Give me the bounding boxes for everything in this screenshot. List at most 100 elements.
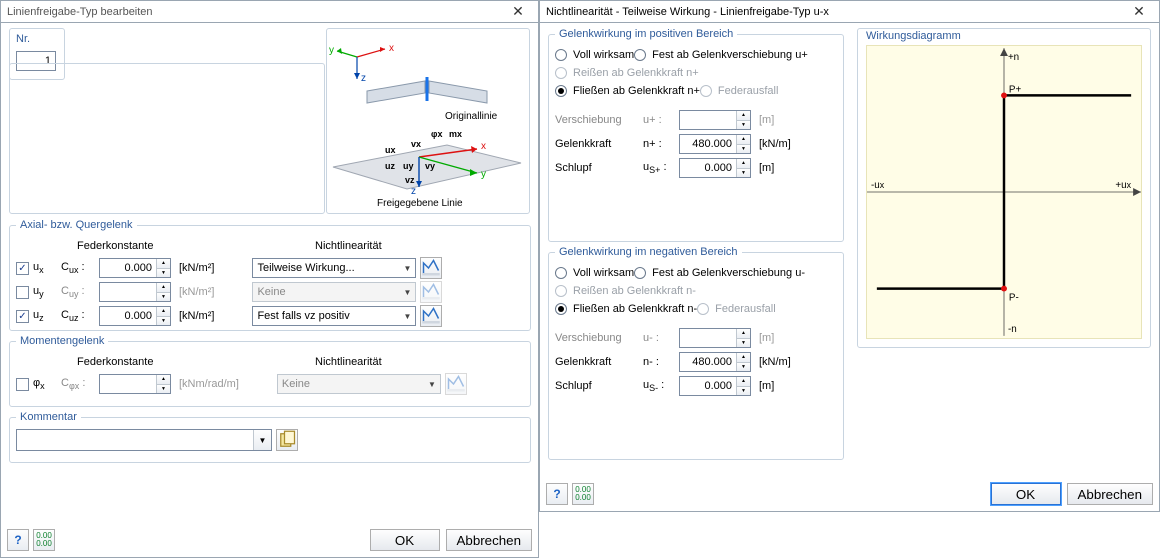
spinner-down: ▼	[156, 385, 170, 394]
radio-dot-icon	[555, 285, 567, 297]
spring-symbol: Cuy :	[61, 285, 95, 299]
ok-button-left[interactable]: OK	[370, 529, 440, 551]
col-nl: Nichtlinearität	[314, 239, 522, 254]
help-button[interactable]: ?	[7, 529, 29, 551]
dof-label: φx	[33, 377, 57, 391]
spinner-input[interactable]	[680, 159, 736, 177]
nonlinearity-value: Keine	[257, 286, 285, 298]
comment-input[interactable]	[17, 430, 253, 450]
spinner-down[interactable]: ▼	[736, 363, 750, 372]
radio-dot-icon	[555, 85, 567, 97]
comment-combo[interactable]: ▼	[16, 429, 272, 451]
checkbox[interactable]: ✓	[16, 262, 29, 275]
radio-option[interactable]: Fließen ab Gelenkkraft n-	[555, 300, 697, 318]
spinner-up[interactable]: ▲	[736, 353, 750, 363]
spinner[interactable]: ▲▼	[679, 376, 751, 396]
checkbox[interactable]	[16, 286, 29, 299]
spinner-down[interactable]: ▼	[156, 317, 170, 326]
positive-fieldset: Gelenkwirkung im positiven Bereich Voll …	[548, 28, 844, 242]
comment-fieldset: Kommentar ▼	[9, 411, 531, 463]
svg-text:y: y	[329, 45, 334, 56]
window-edit-line-release-type: Linienfreigabe-Typ bearbeiten ✕ Nr.	[0, 0, 539, 558]
spinner-input[interactable]	[680, 135, 736, 153]
spinner-down[interactable]: ▼	[736, 169, 750, 178]
param-unit: [m]	[759, 380, 774, 392]
window-nonlinearity: Nichtlinearität - Teilweise Wirkung - Li…	[539, 0, 1160, 512]
nonlinearity-select: Keine ▼	[252, 282, 416, 302]
spinner-down[interactable]: ▼	[736, 387, 750, 396]
close-button-left[interactable]: ✕	[500, 2, 536, 22]
spinner-up[interactable]: ▲	[156, 307, 170, 317]
cancel-button-right[interactable]: Abbrechen	[1067, 483, 1153, 505]
spinner-down[interactable]: ▼	[736, 145, 750, 154]
spinner-up[interactable]: ▲	[156, 259, 170, 269]
checkbox[interactable]	[16, 378, 29, 391]
radio-option[interactable]: Fest ab Gelenkverschiebung u+	[634, 46, 808, 64]
nonlinearity-value: Keine	[282, 378, 310, 390]
param-symbol: u- :	[643, 332, 675, 344]
spinner-down: ▼	[156, 293, 170, 302]
checkbox[interactable]: ✓	[16, 310, 29, 323]
param-unit: [kN/m]	[759, 138, 791, 150]
spinner-input	[100, 375, 156, 393]
units-button-right[interactable]: 0.000.00	[572, 483, 594, 505]
edit-nonlinearity-button	[445, 373, 467, 395]
svg-text:y: y	[481, 169, 486, 180]
spinner-input[interactable]	[680, 377, 736, 395]
param-row: Verschiebung u+ : ▲▼ [m]	[555, 108, 837, 132]
radio-option[interactable]: Fest ab Gelenkverschiebung u-	[634, 264, 805, 282]
cancel-button-left[interactable]: Abbrechen	[446, 529, 532, 551]
units-button[interactable]: 0.000.00	[33, 529, 55, 551]
spinner-up[interactable]: ▲	[736, 377, 750, 387]
radio-option[interactable]: Voll wirksam	[555, 46, 634, 64]
title-right: Nichtlinearität - Teilweise Wirkung - Li…	[546, 6, 1153, 18]
radio-option[interactable]: Voll wirksam	[555, 264, 634, 282]
svg-text:vy: vy	[425, 161, 435, 171]
chevron-down-icon: ▼	[404, 288, 412, 297]
spinner[interactable]: ▲▼	[679, 158, 751, 178]
spinner-input[interactable]	[100, 307, 156, 325]
edit-nonlinearity-button[interactable]	[420, 305, 442, 327]
radio-label: Federausfall	[718, 85, 779, 97]
comment-paste-button[interactable]	[276, 429, 298, 451]
spring-symbol: Cux :	[61, 261, 95, 275]
parameter-row: φx Cφx : ▲▼ [kNm/rad/m] Keine▼	[16, 372, 524, 396]
close-button-right[interactable]: ✕	[1121, 2, 1157, 22]
radio-dot-icon	[555, 303, 567, 315]
radio-label: Fest ab Gelenkverschiebung u+	[652, 49, 808, 61]
effect-diagram: Wirkungsdiagramm +n -	[857, 28, 1151, 348]
unit-label: [kN/m²]	[179, 262, 214, 274]
spinner-down[interactable]: ▼	[156, 269, 170, 278]
radio-option: Federausfall	[697, 300, 776, 318]
svg-text:Originallinie: Originallinie	[445, 111, 498, 122]
radio-option[interactable]: Fließen ab Gelenkkraft n+	[555, 82, 700, 100]
spinner-input[interactable]	[100, 259, 156, 277]
diag-legend: Wirkungsdiagramm	[866, 30, 961, 42]
spinner-input[interactable]	[680, 353, 736, 371]
edit-nonlinearity-button	[420, 281, 442, 303]
help-button-right[interactable]: ?	[546, 483, 568, 505]
svg-text:x: x	[481, 141, 486, 152]
nonlinearity-select[interactable]: Fest falls vz positiv▼	[252, 306, 416, 326]
svg-text:-n: -n	[1008, 324, 1017, 335]
param-name: Verschiebung	[555, 332, 639, 344]
svg-text:-ux: -ux	[871, 180, 885, 191]
axial-legend: Axial- bzw. Quergelenk	[16, 219, 137, 231]
spinner[interactable]: ▲▼	[679, 352, 751, 372]
titlebar-right: Nichtlinearität - Teilweise Wirkung - Li…	[540, 1, 1159, 23]
edit-nonlinearity-button[interactable]	[420, 257, 442, 279]
chevron-down-icon[interactable]: ▼	[253, 430, 271, 450]
ok-button-right[interactable]: OK	[991, 483, 1061, 505]
diagram-plot: +n -n -ux +ux P+ P-	[866, 45, 1142, 339]
param-symbol: uS- :	[643, 379, 675, 393]
negative-fieldset: Gelenkwirkung im negativen Bereich Voll …	[548, 246, 844, 460]
spinner-up[interactable]: ▲	[736, 135, 750, 145]
spinner-input	[680, 329, 736, 347]
spinner: ▲▼	[99, 282, 171, 302]
radio-label: Federausfall	[715, 303, 776, 315]
spinner[interactable]: ▲▼	[99, 306, 171, 326]
nonlinearity-select[interactable]: Teilweise Wirkung...▼	[252, 258, 416, 278]
spinner[interactable]: ▲▼	[679, 134, 751, 154]
spinner[interactable]: ▲▼	[99, 258, 171, 278]
spinner-up[interactable]: ▲	[736, 159, 750, 169]
